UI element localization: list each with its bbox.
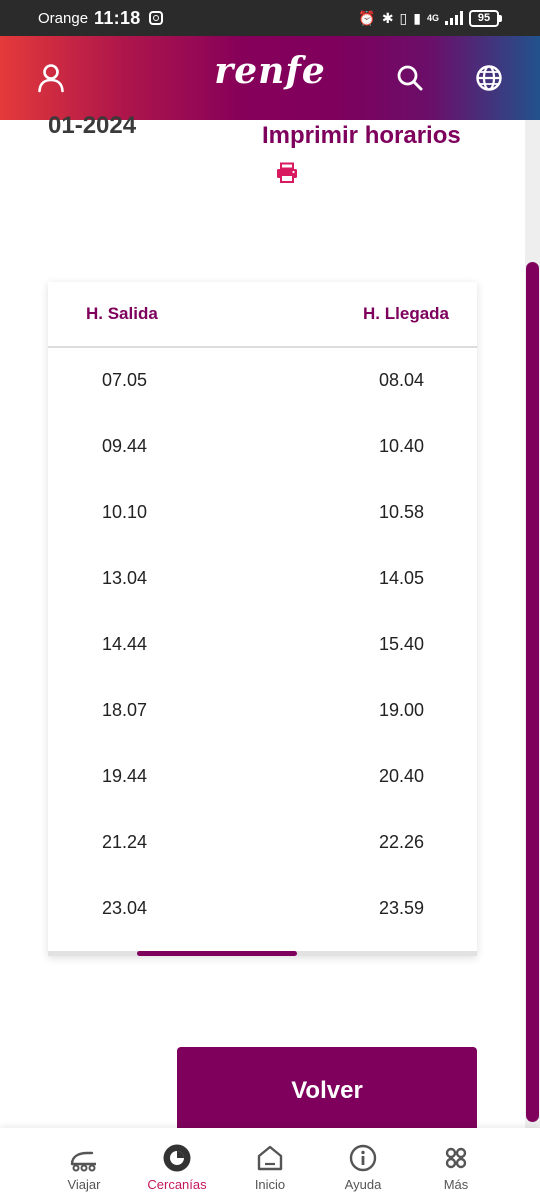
- nav-label: Viajar: [67, 1177, 101, 1192]
- departure-time: 09.44: [102, 436, 148, 456]
- nav-item-ayuda[interactable]: Ayuda: [313, 1128, 413, 1200]
- info-icon: [349, 1144, 377, 1172]
- battery-indicator: 95: [469, 9, 502, 27]
- arrival-time: 08.04: [379, 370, 425, 390]
- screen: Orange 11:18 ⏰ ✱ ▯ ▮ 4G 95 renfe 01-2024…: [0, 0, 540, 1200]
- battery-saver-icon: ▯: [399, 10, 408, 26]
- table-row: 10.10 10.58: [48, 480, 477, 546]
- column-header-arrival: H. Llegada: [363, 304, 449, 323]
- table-row: 07.05 08.04: [48, 348, 477, 414]
- schedule-date: 01-2024: [48, 112, 137, 139]
- print-schedule-button[interactable]: [276, 162, 298, 189]
- battery-level: 95: [469, 9, 499, 27]
- arrival-time: 14.05: [379, 568, 425, 588]
- nav-item-inicio[interactable]: Inicio: [220, 1128, 320, 1200]
- status-right: ⏰ ✱ ▯ ▮ 4G 95: [358, 9, 502, 27]
- arrival-time: 19.00: [379, 700, 425, 720]
- home-icon: [257, 1145, 283, 1171]
- printer-icon: [277, 162, 297, 183]
- battery-tip: [499, 14, 502, 22]
- back-button-label: Volver: [291, 1077, 363, 1104]
- nav-label: Ayuda: [344, 1177, 382, 1192]
- table-row: 21.24 22.26: [48, 810, 477, 876]
- bluetooth-icon: ✱: [381, 10, 394, 26]
- vertical-scrollbar-thumb[interactable]: [526, 262, 539, 1122]
- timetable-header: H. Salida H. Llegada: [48, 282, 477, 348]
- language-button[interactable]: [469, 58, 509, 98]
- cercanias-icon: [163, 1144, 191, 1172]
- status-time: 11:18: [94, 7, 141, 28]
- table-row: 13.04 14.05: [48, 546, 477, 612]
- arrival-time: 10.58: [379, 502, 425, 522]
- column-header-departure: H. Salida: [86, 304, 158, 323]
- table-row: 23.04 23.59: [48, 876, 477, 942]
- back-button[interactable]: Volver: [177, 1047, 477, 1137]
- renfe-logo[interactable]: renfe: [0, 50, 540, 92]
- departure-time: 21.24: [102, 832, 148, 852]
- vibrate-icon: ▮: [413, 10, 421, 26]
- table-row: 09.44 10.40: [48, 414, 477, 480]
- horizontal-scrollbar-thumb[interactable]: [137, 951, 297, 956]
- departure-time: 13.04: [102, 568, 148, 588]
- nav-label: Más: [443, 1177, 469, 1192]
- network-type: 4G: [426, 12, 439, 23]
- timetable: H. Salida H. Llegada 07.05 08.04 09.44 1…: [48, 282, 477, 956]
- search-icon: [397, 65, 423, 91]
- horizontal-scrollbar[interactable]: [48, 951, 477, 956]
- carrier-name: Orange: [38, 9, 89, 27]
- arrival-time: 20.40: [379, 766, 425, 786]
- arrival-time: 23.59: [379, 898, 425, 918]
- table-row: 14.44 15.40: [48, 612, 477, 678]
- vertical-scrollbar[interactable]: [525, 120, 540, 1128]
- globe-icon: [476, 65, 502, 91]
- status-bar: Orange 11:18 ⏰ ✱ ▯ ▮ 4G 95: [0, 0, 540, 36]
- alarm-icon: ⏰: [358, 10, 376, 26]
- arrival-time: 10.40: [379, 436, 425, 456]
- departure-time: 19.44: [102, 766, 148, 786]
- nav-item-viajar[interactable]: Viajar: [34, 1128, 134, 1200]
- departure-time: 07.05: [102, 370, 148, 390]
- instagram-notification-icon: [148, 11, 163, 25]
- nav-item-cercanias[interactable]: Cercanías: [127, 1128, 227, 1200]
- search-button[interactable]: [390, 58, 430, 98]
- app-header: renfe: [0, 36, 540, 120]
- nav-label: Cercanías: [147, 1177, 207, 1192]
- departure-time: 10.10: [102, 502, 148, 522]
- table-row: 19.44 20.40: [48, 744, 477, 810]
- status-left: Orange 11:18: [38, 8, 163, 29]
- departure-time: 23.04: [102, 898, 148, 918]
- more-icon: [445, 1147, 467, 1169]
- train-icon: [70, 1151, 96, 1172]
- table-row: 18.07 19.00: [48, 678, 477, 744]
- departure-time: 18.07: [102, 700, 148, 720]
- nav-label: Inicio: [254, 1177, 286, 1192]
- arrival-time: 15.40: [379, 634, 425, 654]
- arrival-time: 22.26: [379, 832, 425, 852]
- signal-strength-icon: [445, 11, 463, 25]
- bottom-nav: Viajar Cercanías Inicio Ayuda Más: [0, 1128, 540, 1200]
- nav-item-mas[interactable]: Más: [406, 1128, 506, 1200]
- departure-time: 14.44: [102, 634, 148, 654]
- print-schedule-link[interactable]: Imprimir horarios: [262, 122, 461, 150]
